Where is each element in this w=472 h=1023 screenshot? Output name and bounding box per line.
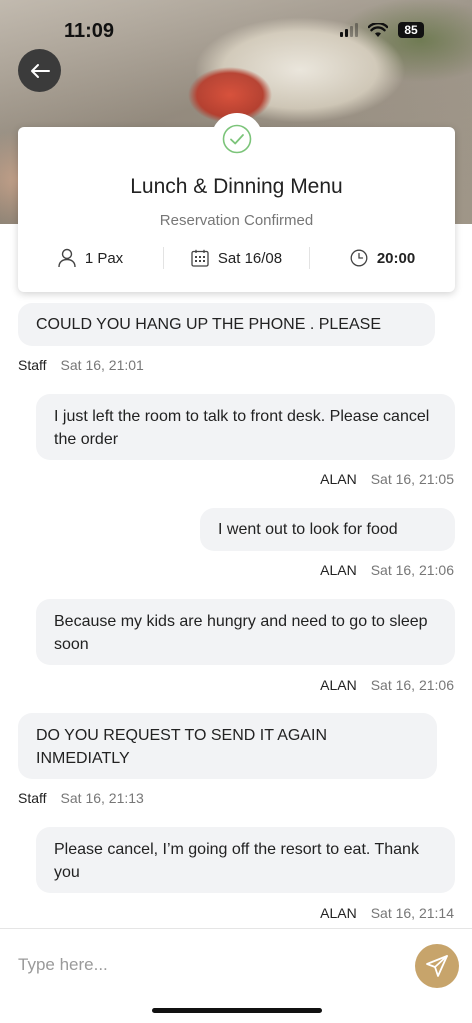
message-bubble-staff: COULD YOU HANG UP THE PHONE . PLEASE <box>18 303 435 346</box>
message-sender: Staff <box>18 790 47 806</box>
guest-count-label: 1 Pax <box>84 249 124 267</box>
back-button[interactable] <box>18 49 61 92</box>
message-meta: Staff Sat 16, 21:13 <box>18 790 144 806</box>
message-text: Because my kids are hungry and need to g… <box>54 613 428 653</box>
message-text: Please cancel, I’m going off the resort … <box>54 841 419 881</box>
message-timestamp: Sat 16, 21:14 <box>370 905 454 921</box>
wifi-icon <box>368 22 388 37</box>
message-text: I went out to look for food <box>218 521 398 538</box>
message-bubble-user: Please cancel, I’m going off the resort … <box>36 827 455 893</box>
reservation-status: Reservation Confirmed <box>159 212 314 229</box>
send-icon <box>426 955 448 977</box>
message-timestamp: Sat 16, 21:01 <box>60 357 144 373</box>
check-circle-icon <box>222 124 251 154</box>
message-meta: ALAN Sat 16, 21:06 <box>320 562 454 578</box>
message-meta: Staff Sat 16, 21:01 <box>18 357 144 373</box>
send-button[interactable] <box>415 944 459 988</box>
message-input[interactable]: Type here... <box>18 955 108 975</box>
message-sender: ALAN <box>320 471 357 487</box>
reservation-time: 20:00 <box>310 249 455 267</box>
home-indicator <box>152 1008 322 1013</box>
guest-count: 1 Pax <box>18 248 163 268</box>
battery-indicator: 85 <box>398 22 424 38</box>
clock-icon <box>350 249 368 267</box>
message-text: DO YOU REQUEST TO SEND IT AGAIN INMEDIAT… <box>36 727 328 767</box>
message-sender: ALAN <box>320 562 357 578</box>
message-text: I just left the room to talk to front de… <box>54 408 430 448</box>
person-icon <box>58 248 76 268</box>
reservation-date-label: Sat 16/08 <box>217 249 283 267</box>
message-bubble-staff: DO YOU REQUEST TO SEND IT AGAIN INMEDIAT… <box>18 713 437 779</box>
reservation-date: Sat 16/08 <box>164 249 309 267</box>
message-meta: ALAN Sat 16, 21:06 <box>320 677 454 693</box>
message-timestamp: Sat 16, 21:13 <box>60 790 144 806</box>
arrow-left-icon <box>30 63 50 78</box>
menu-title: Lunch & Dinning Menu <box>130 175 343 198</box>
message-meta: ALAN Sat 16, 21:14 <box>320 905 454 921</box>
calendar-icon <box>191 249 209 267</box>
signal-icon <box>340 23 358 37</box>
reservation-details: 1 Pax Sat 16/08 20:00 <box>18 244 455 272</box>
message-sender: ALAN <box>320 905 357 921</box>
reservation-card: Lunch & Dinning Menu Reservation Confirm… <box>18 113 455 292</box>
message-bubble-user: Because my kids are hungry and need to g… <box>36 599 455 665</box>
message-text: COULD YOU HANG UP THE PHONE . PLEASE <box>36 316 381 333</box>
message-timestamp: Sat 16, 21:05 <box>370 471 454 487</box>
message-bubble-user: I just left the room to talk to front de… <box>36 394 455 460</box>
reservation-time-label: 20:00 <box>376 249 416 267</box>
status-icons: 85 <box>340 22 424 38</box>
status-bar: 11:09 85 <box>0 0 472 60</box>
message-meta: ALAN Sat 16, 21:05 <box>320 471 454 487</box>
confirmed-badge <box>210 113 263 165</box>
message-sender: ALAN <box>320 677 357 693</box>
message-timestamp: Sat 16, 21:06 <box>370 677 454 693</box>
message-sender: Staff <box>18 357 47 373</box>
message-timestamp: Sat 16, 21:06 <box>370 562 454 578</box>
status-time: 11:09 <box>64 20 115 42</box>
message-bubble-user: I went out to look for food <box>200 508 455 551</box>
